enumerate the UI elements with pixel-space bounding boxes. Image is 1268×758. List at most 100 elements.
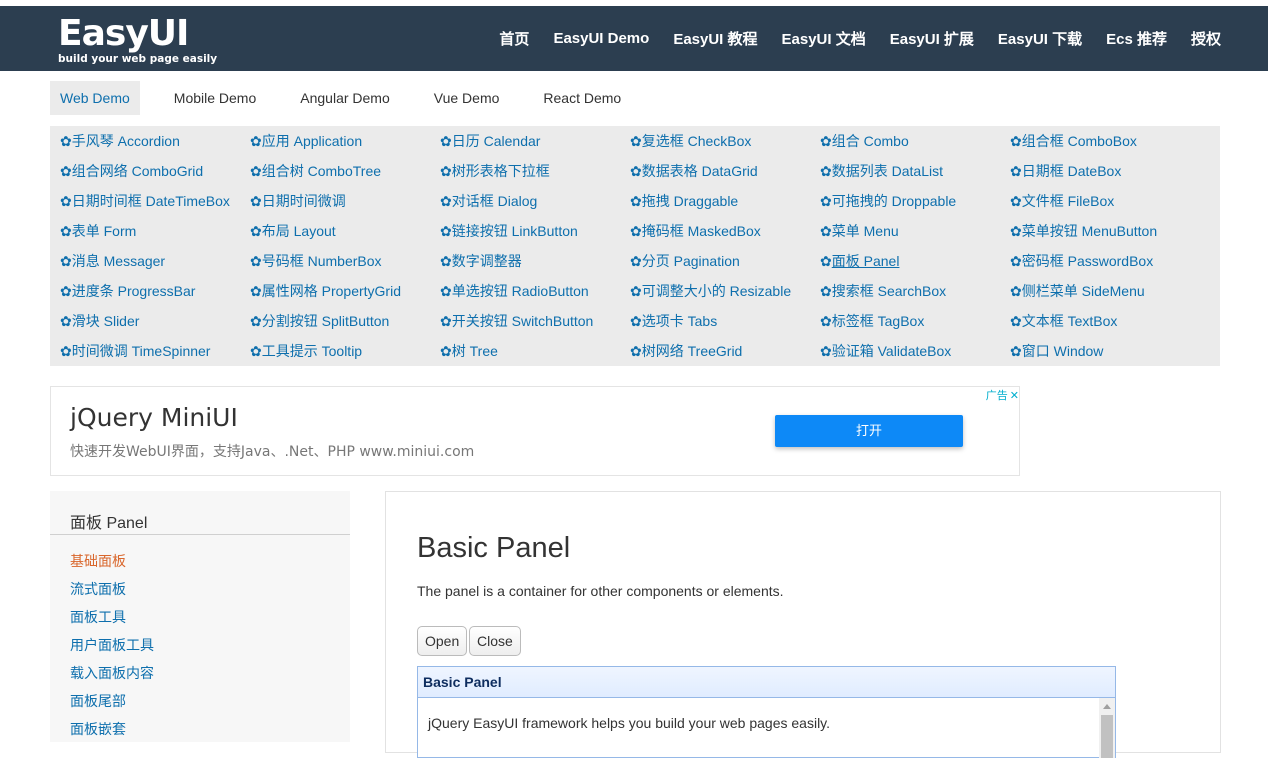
ad-open-button[interactable]: 打开 xyxy=(775,415,963,447)
component-link[interactable]: ✿可调整大小的 Resizable xyxy=(630,276,791,306)
scroll-thumb[interactable] xyxy=(1101,715,1113,758)
scroll-up-icon[interactable] xyxy=(1103,704,1111,709)
component-link[interactable]: ✿数字调整器 xyxy=(440,246,522,276)
component-link[interactable]: ✿时间微调 TimeSpinner xyxy=(60,336,210,366)
component-link[interactable]: ✿拖拽 Draggable xyxy=(630,186,738,216)
sidebar-item-panel-tools[interactable]: 面板工具 xyxy=(70,607,126,627)
component-link[interactable]: ✿掩码框 MaskedBox xyxy=(630,216,761,246)
component-link[interactable]: ✿组合 Combo xyxy=(820,126,909,156)
component-link[interactable]: ✿选项卡 Tabs xyxy=(630,306,717,336)
component-link[interactable]: ✿树 Tree xyxy=(440,336,498,366)
component-label: 开关按钮 SwitchButton xyxy=(451,313,594,329)
sidebar-item-basic-panel[interactable]: 基础面板 xyxy=(70,551,126,571)
gear-icon: ✿ xyxy=(1010,253,1022,269)
component-link[interactable]: ✿可拖拽的 Droppable xyxy=(820,186,956,216)
component-link[interactable]: ✿搜索框 SearchBox xyxy=(820,276,946,306)
component-link[interactable]: ✿组合框 ComboBox xyxy=(1010,126,1137,156)
component-link[interactable]: ✿布局 Layout xyxy=(250,216,336,246)
component-link[interactable]: ✿窗口 Window xyxy=(1010,336,1103,366)
component-label: 日期框 DateBox xyxy=(1021,163,1122,179)
component-link[interactable]: ✿密码框 PasswordBox xyxy=(1010,246,1153,276)
nav-home[interactable]: 首页 xyxy=(499,28,529,49)
component-label: 链接按钮 LinkButton xyxy=(451,223,578,239)
component-label: 表单 Form xyxy=(71,223,137,239)
logo[interactable]: EasyUI build your web page easily xyxy=(58,16,217,66)
component-link[interactable]: ✿号码框 NumberBox xyxy=(250,246,382,276)
component-link[interactable]: ✿树网络 TreeGrid xyxy=(630,336,742,366)
component-link[interactable]: ✿对话框 Dialog xyxy=(440,186,537,216)
nav-download[interactable]: EasyUI 下载 xyxy=(998,28,1082,49)
component-label: 窗口 Window xyxy=(1021,343,1104,359)
component-label: 菜单按钮 MenuButton xyxy=(1021,223,1158,239)
component-link[interactable]: ✿链接按钮 LinkButton xyxy=(440,216,578,246)
component-link[interactable]: ✿工具提示 Tooltip xyxy=(250,336,362,366)
component-link[interactable]: ✿日期时间微调 xyxy=(250,186,346,216)
component-label: 滑块 Slider xyxy=(71,313,140,329)
component-label: 工具提示 Tooltip xyxy=(261,343,363,359)
tab-mobile-demo[interactable]: Mobile Demo xyxy=(164,81,266,115)
component-link[interactable]: ✿消息 Messager xyxy=(60,246,165,276)
demo-tabs: Web Demo Mobile Demo Angular Demo Vue De… xyxy=(50,81,655,115)
tab-angular-demo[interactable]: Angular Demo xyxy=(290,81,400,115)
component-link[interactable]: ✿日期框 DateBox xyxy=(1010,156,1121,186)
component-link[interactable]: ✿进度条 ProgressBar xyxy=(60,276,195,306)
gear-icon: ✿ xyxy=(1010,163,1022,179)
gear-icon: ✿ xyxy=(630,163,642,179)
component-link[interactable]: ✿表单 Form xyxy=(60,216,136,246)
component-link[interactable]: ✿分页 Pagination xyxy=(630,246,740,276)
ad-label[interactable]: 广告 ✕ xyxy=(986,387,1019,403)
main-nav: 首页 EasyUI Demo EasyUI 教程 EasyUI 文档 EasyU… xyxy=(475,6,1221,71)
component-link[interactable]: ✿菜单按钮 MenuButton xyxy=(1010,216,1157,246)
open-button[interactable]: Open xyxy=(417,626,468,656)
sidebar-item-fluid-panel[interactable]: 流式面板 xyxy=(70,579,126,599)
component-link[interactable]: ✿手风琴 Accordion xyxy=(60,126,180,156)
nav-extensions[interactable]: EasyUI 扩展 xyxy=(890,28,974,49)
component-link[interactable]: ✿菜单 Menu xyxy=(820,216,899,246)
component-link[interactable]: ✿滑块 Slider xyxy=(60,306,139,336)
tab-vue-demo[interactable]: Vue Demo xyxy=(424,81,510,115)
component-link[interactable]: ✿验证箱 ValidateBox xyxy=(820,336,951,366)
sidebar-item-nested-panel[interactable]: 面板嵌套 xyxy=(70,719,126,739)
gear-icon: ✿ xyxy=(630,343,642,359)
gear-icon: ✿ xyxy=(440,283,452,299)
close-button[interactable]: Close xyxy=(469,626,521,656)
close-icon[interactable]: ✕ xyxy=(1010,390,1019,402)
component-link[interactable]: ✿数据列表 DataList xyxy=(820,156,943,186)
component-link[interactable]: ✿日期时间框 DateTimeBox xyxy=(60,186,230,216)
tab-react-demo[interactable]: React Demo xyxy=(533,81,631,115)
component-link[interactable]: ✿文件框 FileBox xyxy=(1010,186,1114,216)
component-link[interactable]: ✿日历 Calendar xyxy=(440,126,540,156)
component-link[interactable]: ✿文本框 TextBox xyxy=(1010,306,1117,336)
gear-icon: ✿ xyxy=(1010,343,1022,359)
gear-icon: ✿ xyxy=(250,223,262,239)
gear-icon: ✿ xyxy=(630,313,642,329)
nav-easyui-demo[interactable]: EasyUI Demo xyxy=(553,30,649,47)
component-link[interactable]: ✿标签框 TagBox xyxy=(820,306,924,336)
component-label: 布局 Layout xyxy=(261,223,336,239)
component-link[interactable]: ✿开关按钮 SwitchButton xyxy=(440,306,593,336)
ad-banner[interactable]: jQuery MiniUI 快速开发WebUI界面，支持Java、.Net、PH… xyxy=(50,386,1020,476)
component-link[interactable]: ✿分割按钮 SplitButton xyxy=(250,306,389,336)
nav-ecs-recommend[interactable]: Ecs 推荐 xyxy=(1106,28,1167,49)
component-link[interactable]: ✿应用 Application xyxy=(250,126,362,156)
component-link[interactable]: ✿属性网格 PropertyGrid xyxy=(250,276,401,306)
nav-license[interactable]: 授权 xyxy=(1191,28,1221,49)
component-label: 属性网格 PropertyGrid xyxy=(261,283,401,299)
sidebar-item-load-panel-content[interactable]: 载入面板内容 xyxy=(70,663,154,683)
component-link[interactable]: ✿组合树 ComboTree xyxy=(250,156,381,186)
component-link[interactable]: ✿复选框 CheckBox xyxy=(630,126,751,156)
sidebar-item-panel-footer[interactable]: 面板尾部 xyxy=(70,691,126,711)
component-link[interactable]: ✿侧栏菜单 SideMenu xyxy=(1010,276,1145,306)
component-link-current[interactable]: ✿面板 Panel xyxy=(820,246,899,276)
component-link[interactable]: ✿数据表格 DataGrid xyxy=(630,156,758,186)
nav-docs[interactable]: EasyUI 文档 xyxy=(782,28,866,49)
panel-scrollbar[interactable] xyxy=(1099,698,1115,758)
nav-tutorial[interactable]: EasyUI 教程 xyxy=(673,28,757,49)
gear-icon: ✿ xyxy=(60,223,72,239)
tab-web-demo[interactable]: Web Demo xyxy=(50,81,140,115)
component-link[interactable]: ✿组合网络 ComboGrid xyxy=(60,156,203,186)
component-link[interactable]: ✿单选按钮 RadioButton xyxy=(440,276,589,306)
page-description: The panel is a container for other compo… xyxy=(417,583,784,599)
sidebar-item-custom-panel-tools[interactable]: 用户面板工具 xyxy=(70,635,154,655)
component-link[interactable]: ✿树形表格下拉框 xyxy=(440,156,550,186)
